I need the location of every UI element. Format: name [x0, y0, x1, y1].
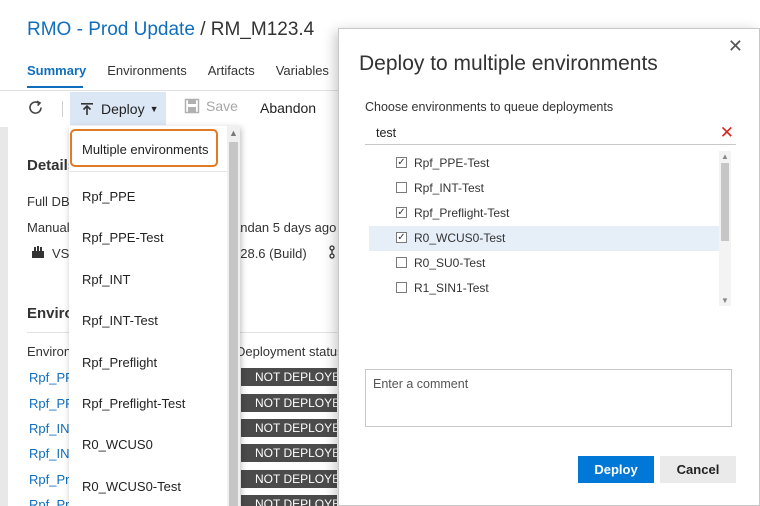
- details-description: Full DB: [27, 194, 70, 209]
- cancel-button[interactable]: Cancel: [660, 456, 736, 483]
- toolbar-separator: [62, 101, 63, 117]
- environment-checklist: ✓ Rpf_PPE-Test Rpf_INT-Test ✓ Rpf_Prefli…: [369, 151, 731, 306]
- clear-filter-icon[interactable]: ✕: [720, 122, 734, 144]
- menu-item-environment[interactable]: Rpf_INT-Test: [82, 313, 158, 328]
- artifact-source: VS: [52, 246, 70, 261]
- caret-down-icon: ▼: [149, 103, 159, 114]
- menu-item-environment[interactable]: Rpf_INT: [82, 272, 130, 287]
- environment-checkbox[interactable]: [396, 282, 407, 293]
- environment-checkbox[interactable]: [396, 257, 407, 268]
- page-title: RMO - Prod Update / RM_M123.4: [27, 19, 314, 41]
- refresh-icon[interactable]: [26, 98, 46, 118]
- environment-name: Rpf_Preflight-Test: [414, 206, 510, 220]
- environment-name: Rpf_INT-Test: [414, 181, 485, 195]
- environment-checkbox[interactable]: ✓: [396, 157, 407, 168]
- release-name: RM_M123.4: [210, 19, 315, 40]
- scroll-up-icon[interactable]: ▲: [228, 127, 239, 139]
- menu-item-environment[interactable]: R0_WCUS0-Test: [82, 479, 181, 494]
- release-definition-link[interactable]: RMO - Prod Update: [27, 19, 195, 40]
- details-created-by: andan 5 days ago: [233, 220, 337, 235]
- status-badge: NOT DEPLOYED: [241, 470, 337, 488]
- deploy-button[interactable]: Deploy: [578, 456, 654, 483]
- menu-scrollbar[interactable]: ▲: [227, 126, 240, 506]
- artifact-version: p28.6 (Build): [233, 246, 307, 261]
- environment-link[interactable]: Rpf_PP: [29, 370, 74, 385]
- menu-divider: [69, 171, 227, 172]
- tab-environments[interactable]: Environments: [107, 63, 186, 78]
- col-header-environment: Environ: [27, 344, 72, 359]
- environment-name: Rpf_PPE-Test: [414, 156, 490, 170]
- environment-name: R0_SU0-Test: [414, 256, 486, 270]
- menu-item-environment[interactable]: Rpf_PPE: [82, 189, 135, 204]
- deploy-icon: [79, 101, 95, 117]
- list-item[interactable]: R0_SU0-Test: [369, 251, 719, 276]
- environment-name: R1_SIN1-Test: [414, 281, 489, 295]
- abandon-button[interactable]: Abandon: [260, 100, 316, 116]
- tab-artifacts[interactable]: Artifacts: [208, 63, 255, 78]
- menu-item-environment[interactable]: R0_WCUS0: [82, 437, 153, 452]
- menu-item-multiple-environments[interactable]: Multiple environments: [82, 142, 208, 157]
- status-badge: NOT DEPLOYED: [241, 368, 337, 386]
- menu-item-environment[interactable]: Rpf_PPE-Test: [82, 230, 164, 245]
- list-item[interactable]: ✓ Rpf_PPE-Test: [369, 151, 719, 176]
- close-icon[interactable]: ✕: [728, 36, 743, 57]
- scroll-down-icon[interactable]: ▼: [719, 295, 731, 306]
- environment-checkbox[interactable]: [396, 182, 407, 193]
- scrollbar-thumb[interactable]: [229, 142, 238, 506]
- col-header-status: Deployment status: [236, 344, 344, 359]
- build-icon: [31, 245, 45, 259]
- details-trigger: Manual: [27, 220, 70, 235]
- save-button[interactable]: Save: [184, 98, 238, 114]
- environment-link[interactable]: Rpf_PP: [29, 396, 74, 411]
- list-item[interactable]: R1_SIN1-Test: [369, 276, 719, 301]
- title-separator: /: [200, 19, 206, 40]
- environment-list-scrollbar[interactable]: ▲ ▼: [719, 151, 731, 306]
- release-tabs: Summary Environments Artifacts Variables: [27, 63, 329, 78]
- environment-checkbox[interactable]: ✓: [396, 207, 407, 218]
- tab-variables[interactable]: Variables: [276, 63, 329, 78]
- deploy-label: Deploy: [101, 100, 145, 117]
- environment-filter-input[interactable]: [365, 122, 705, 144]
- status-badge: NOT DEPLOYED: [241, 419, 337, 437]
- environments-heading: Enviro: [27, 305, 74, 322]
- deploy-dropdown-menu: Multiple environments Rpf_PPE Rpf_PPE-Te…: [69, 126, 240, 506]
- dialog-title: Deploy to multiple environments: [359, 52, 658, 75]
- list-item[interactable]: Rpf_INT-Test: [369, 176, 719, 201]
- environment-name: R0_WCUS0-Test: [414, 231, 506, 245]
- comment-input[interactable]: [365, 369, 732, 427]
- save-icon: [184, 98, 200, 114]
- deploy-menu-button[interactable]: Deploy ▼: [70, 92, 166, 125]
- save-label: Save: [206, 98, 238, 114]
- status-badge: NOT DEPLOYED: [241, 444, 337, 462]
- left-panel-edge: [0, 127, 8, 506]
- deploy-multiple-dialog: ✕ Deploy to multiple environments Choose…: [338, 28, 760, 506]
- status-badge: NOT DEPLOYED: [241, 495, 337, 506]
- list-item[interactable]: ✓ Rpf_Preflight-Test: [369, 201, 719, 226]
- active-tab-indicator: [27, 86, 83, 88]
- scrollbar-thumb[interactable]: [721, 163, 729, 241]
- toolbar-divider: [0, 90, 340, 91]
- status-badge: NOT DEPLOYED: [241, 394, 337, 412]
- menu-item-environment[interactable]: Rpf_Preflight-Test: [82, 396, 185, 411]
- environment-checkbox[interactable]: ✓: [396, 232, 407, 243]
- filter-box: ✕: [365, 122, 736, 145]
- scroll-up-icon[interactable]: ▲: [719, 151, 731, 162]
- list-item[interactable]: ✓ R0_WCUS0-Test: [369, 226, 719, 251]
- menu-item-environment[interactable]: Rpf_Preflight: [82, 355, 157, 370]
- tab-summary[interactable]: Summary: [27, 63, 86, 78]
- choose-environments-label: Choose environments to queue deployments: [365, 100, 614, 114]
